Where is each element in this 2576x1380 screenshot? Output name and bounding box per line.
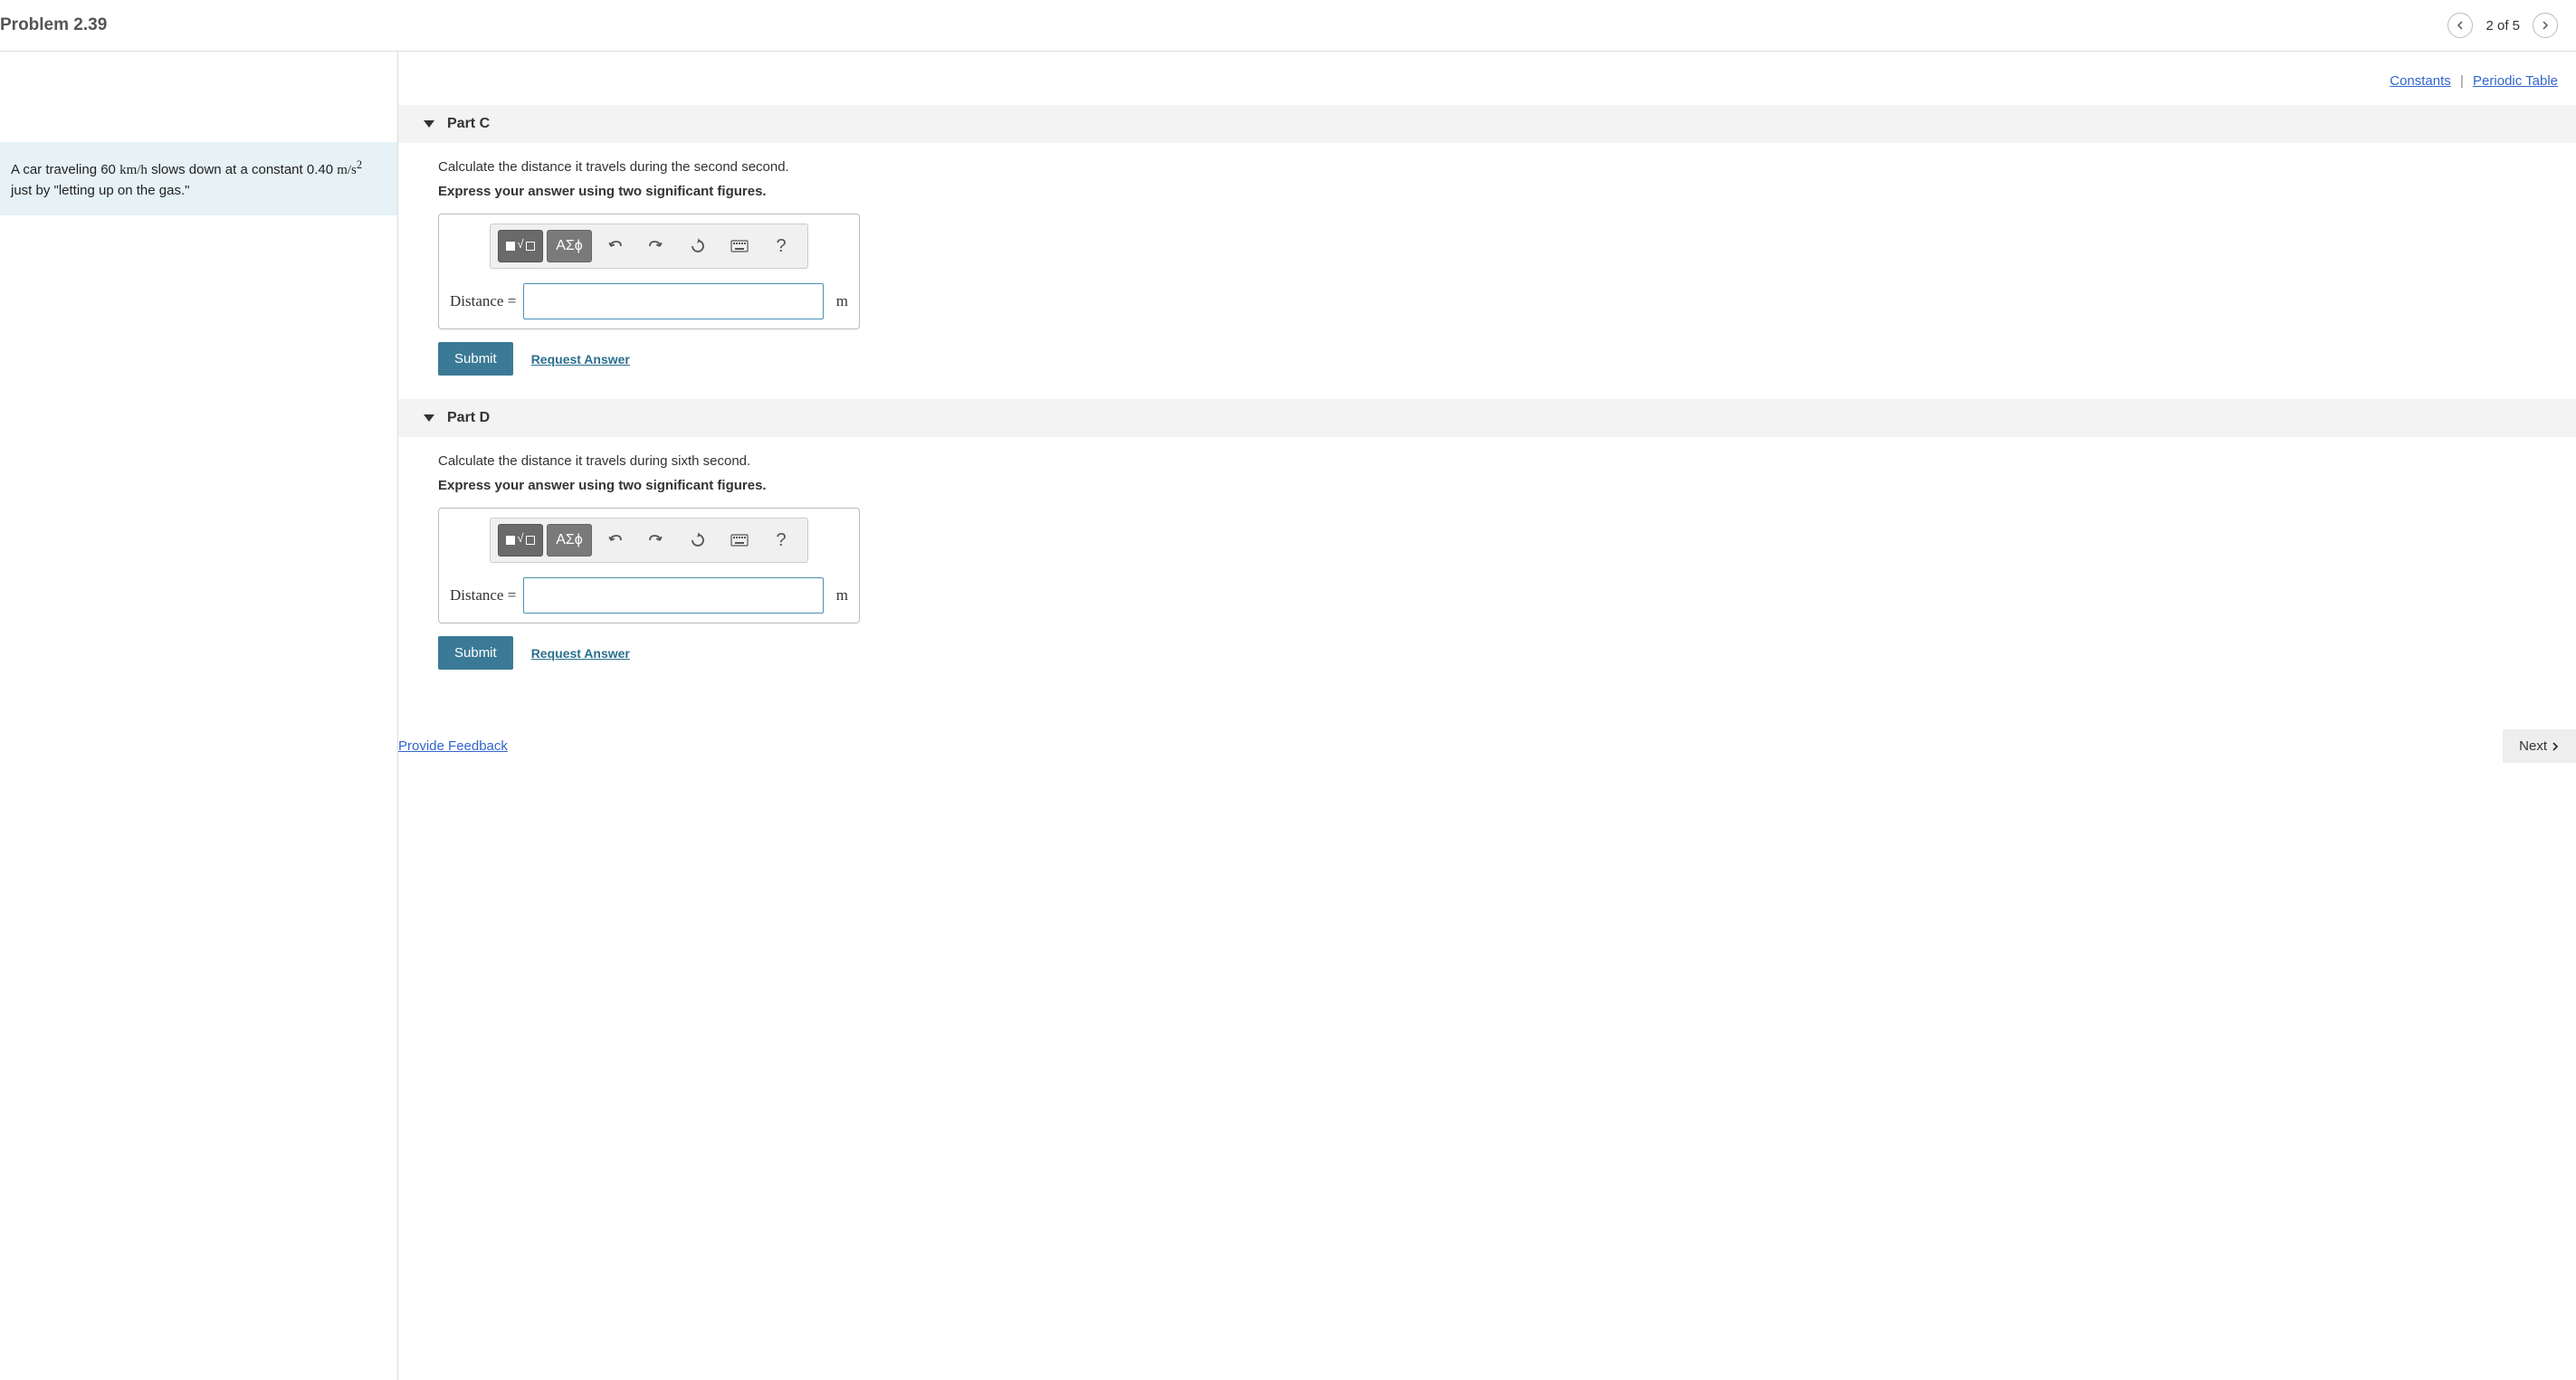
reset-button[interactable] [679,524,717,557]
keyboard-button[interactable] [720,524,758,557]
help-button[interactable]: ? [762,524,800,557]
undo-button[interactable] [596,524,634,557]
problem-header: Problem 2.39 2 of 5 [0,0,2576,52]
provide-feedback-link[interactable]: Provide Feedback [398,738,508,754]
template-button[interactable]: √ [498,230,543,262]
part-d-submit-button[interactable]: Submit [438,636,513,670]
constants-link[interactable]: Constants [2390,73,2451,89]
problem-text: A car traveling 60 km/h slows down at a … [11,162,362,198]
part-c-prompt: Calculate the distance it travels during… [438,159,2558,175]
undo-button[interactable] [596,230,634,262]
part-d-body: Calculate the distance it travels during… [398,437,2576,693]
equation-toolbar: √ ΑΣϕ ? [490,224,808,269]
problem-statement-column: A car traveling 60 km/h slows down at a … [0,52,398,1380]
part-d-variable-label: Distance = [450,586,516,604]
part-d-actions: Submit Request Answer [438,636,2558,670]
part-d-answer-box: √ ΑΣϕ ? [438,508,860,623]
next-button[interactable]: Next [2503,729,2576,763]
collapse-caret-icon [424,414,434,422]
part-d-title: Part D [447,410,490,426]
redo-button[interactable] [637,230,675,262]
problem-nav: 2 of 5 [2447,13,2558,38]
greek-symbols-button[interactable]: ΑΣϕ [547,230,592,262]
part-c-answer-row: Distance = m [450,283,848,319]
redo-button[interactable] [637,524,675,557]
part-c-unit: m [836,292,848,310]
part-c-instruction: Express your answer using two significan… [438,184,2558,199]
part-c-body: Calculate the distance it travels during… [398,143,2576,399]
keyboard-button[interactable] [720,230,758,262]
part-c-request-answer-link[interactable]: Request Answer [531,352,630,366]
collapse-caret-icon [424,120,434,128]
template-button[interactable]: √ [498,524,543,557]
next-button-label: Next [2519,738,2547,754]
help-button[interactable]: ? [762,230,800,262]
part-c-title: Part C [447,116,490,132]
part-d-answer-row: Distance = m [450,577,848,614]
part-d-instruction: Express your answer using two significan… [438,478,2558,493]
part-c-submit-button[interactable]: Submit [438,342,513,376]
problem-title: Problem 2.39 [0,15,107,35]
part-d-header[interactable]: Part D [398,399,2576,437]
part-c-header[interactable]: Part C [398,105,2576,143]
part-c-answer-box: √ ΑΣϕ ? [438,214,860,329]
answer-column: Constants | Periodic Table Part C Calcul… [398,52,2576,1380]
part-d-request-answer-link[interactable]: Request Answer [531,646,630,661]
link-separator: | [2460,73,2464,89]
reset-button[interactable] [679,230,717,262]
chevron-right-icon [2551,742,2560,751]
part-c-answer-input[interactable] [523,283,823,319]
part-d-unit: m [836,586,848,604]
prev-problem-button[interactable] [2447,13,2473,38]
reference-links: Constants | Periodic Table [398,66,2576,105]
next-problem-button[interactable] [2533,13,2558,38]
part-d-answer-input[interactable] [523,577,823,614]
part-d-prompt: Calculate the distance it travels during… [438,453,2558,469]
page-count: 2 of 5 [2485,18,2520,33]
periodic-table-link[interactable]: Periodic Table [2473,73,2558,89]
part-c-actions: Submit Request Answer [438,342,2558,376]
equation-toolbar: √ ΑΣϕ ? [490,518,808,563]
part-c-variable-label: Distance = [450,292,516,310]
main-container: A car traveling 60 km/h slows down at a … [0,52,2576,1380]
greek-symbols-button[interactable]: ΑΣϕ [547,524,592,557]
problem-statement: A car traveling 60 km/h slows down at a … [0,142,397,215]
footer: Provide Feedback Next [398,720,2576,772]
